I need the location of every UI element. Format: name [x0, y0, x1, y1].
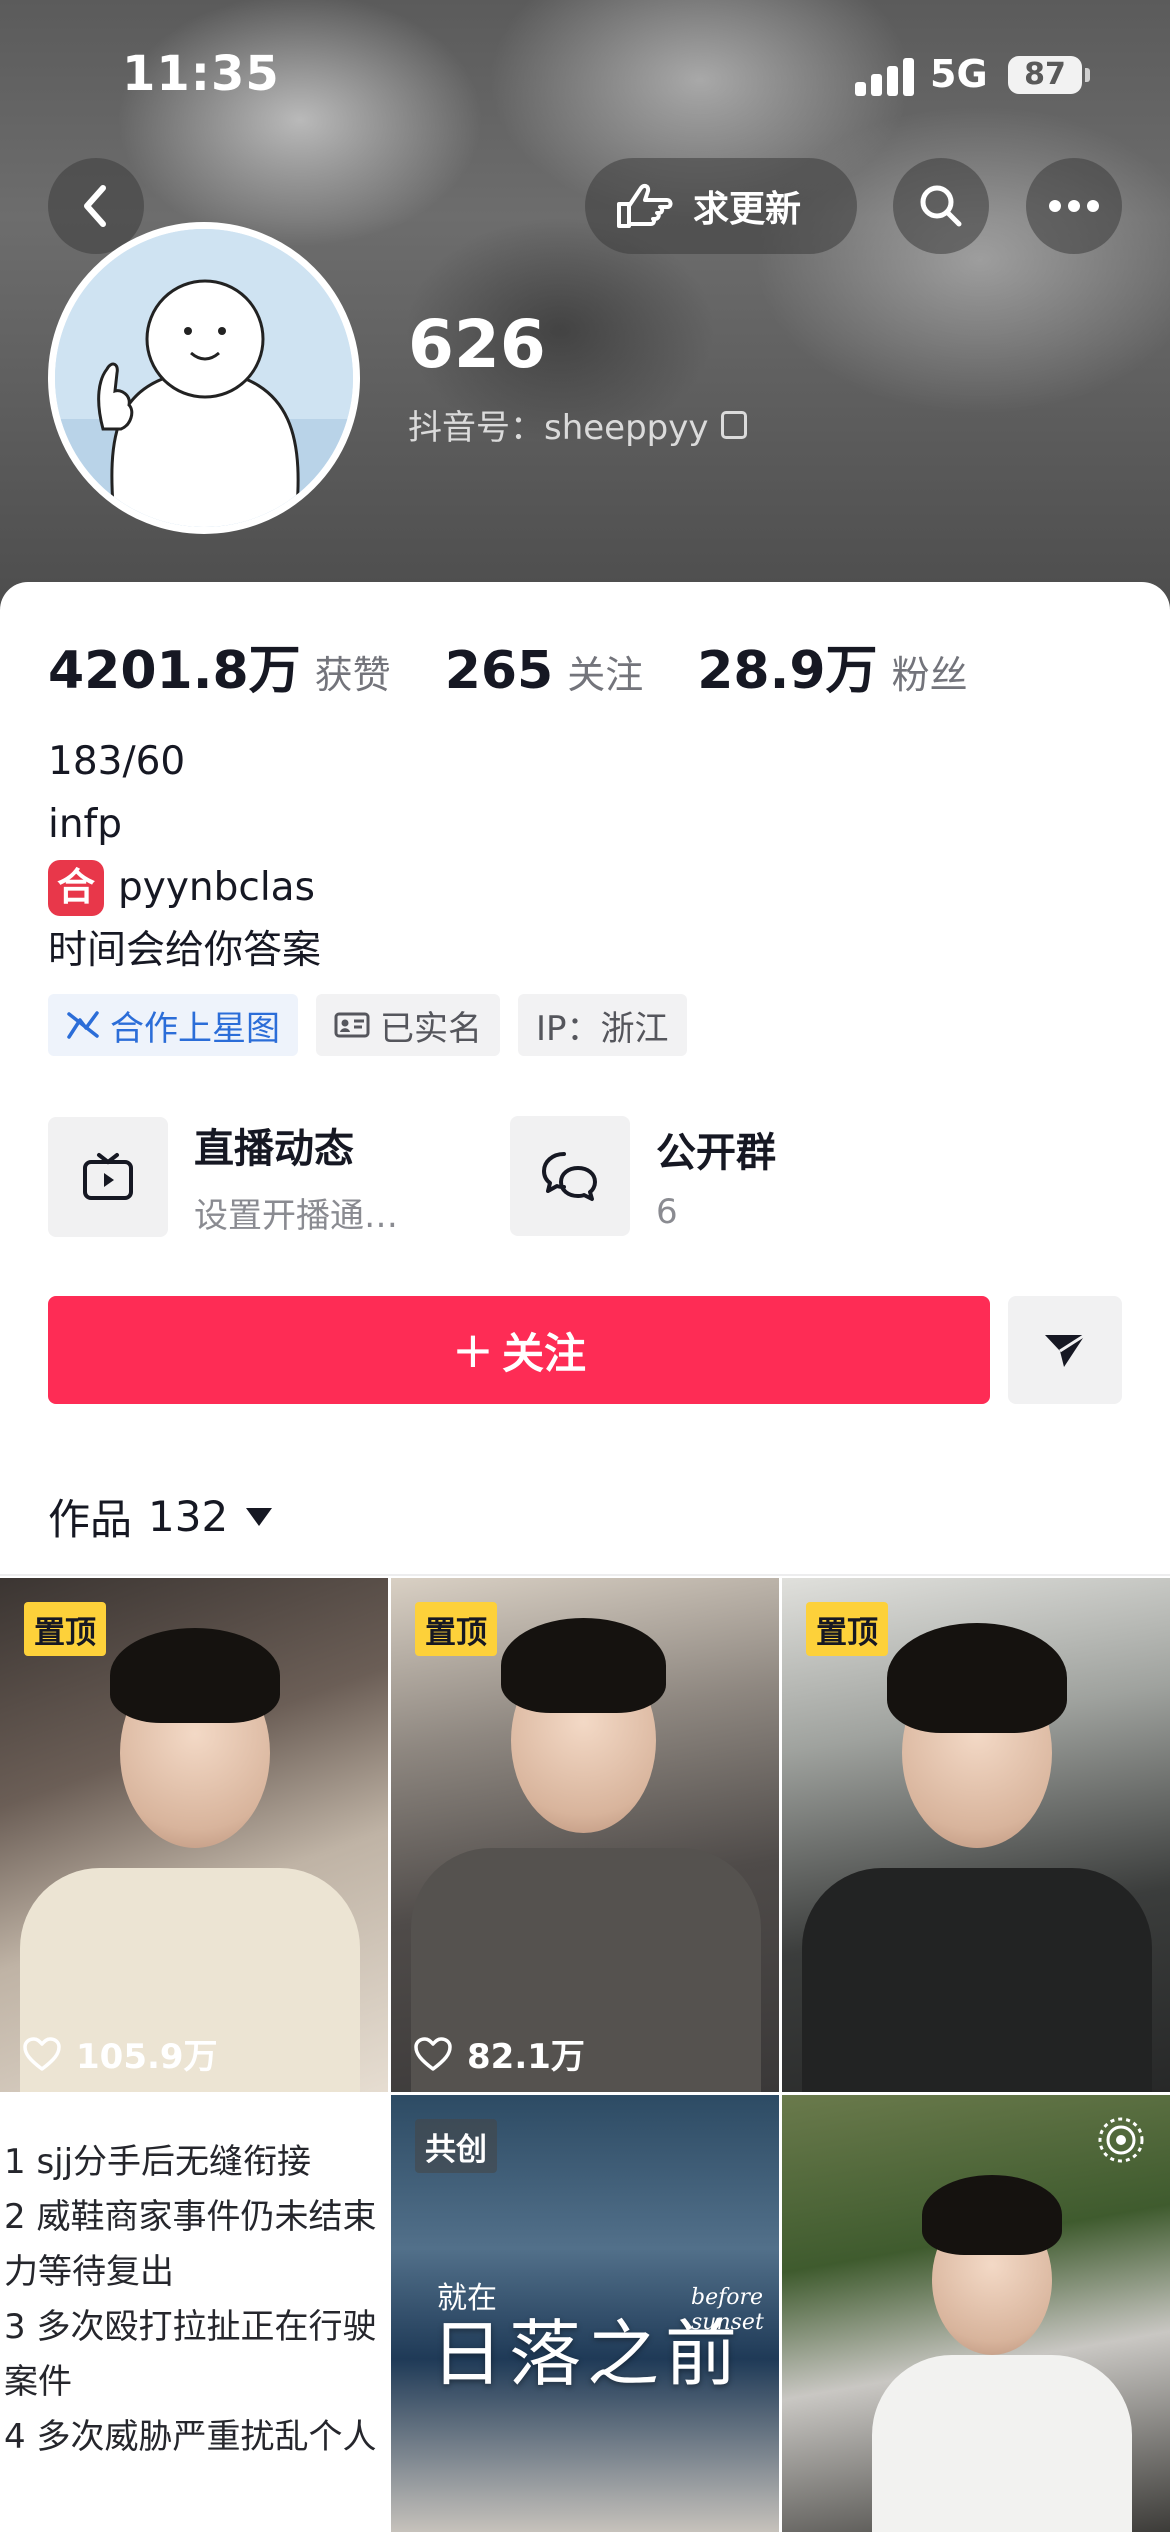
live-dynamics-title: 直播动态	[194, 1126, 354, 1172]
heart-icon	[22, 2036, 62, 2072]
tag-verified-label: 已实名	[380, 1008, 482, 1049]
stat-likes-label: 获赞	[314, 653, 391, 697]
likes-value: 105.9万	[76, 2037, 218, 2077]
douyin-id-text: 抖音号：sheeppyy	[408, 408, 709, 448]
video-thumbnail-shirt	[802, 1868, 1152, 2092]
stat-likes: 4201.8万 获赞	[48, 628, 391, 703]
network-type: 5G	[930, 52, 988, 96]
avatar-image	[55, 229, 353, 527]
stat-likes-value: 4201.8万	[48, 641, 301, 701]
douyin-id[interactable]: 抖音号：sheeppyy	[408, 400, 747, 449]
profile-stats: 4201.8万 获赞 265 关注 28.9万 粉丝	[48, 628, 1022, 703]
tag-ip-location: IP：浙江	[518, 994, 687, 1056]
live-photo-icon	[1096, 2115, 1146, 2169]
send-icon	[1045, 1333, 1086, 1367]
avatar[interactable]	[48, 222, 360, 534]
group-chat-icon	[510, 1116, 630, 1236]
text-post-line: 4 多次威胁严重扰乱个人	[4, 2417, 377, 2457]
profile-panel: 4201.8万 获赞 265 关注 28.9万 粉丝 183/60 infp 合…	[0, 582, 1170, 2532]
stat-followers-label: 粉丝	[891, 653, 968, 697]
stat-followers-value: 28.9万	[697, 641, 878, 701]
profile-bio: 183/60 infp 合 pyynbclas 时间会给你答案	[48, 730, 321, 982]
works-label: 作品	[48, 1495, 133, 1544]
bio-line: 183/60	[48, 739, 186, 784]
pinned-badge: 置顶	[806, 1602, 888, 1656]
text-post-line: 案件	[4, 2362, 72, 2402]
video-thumbnail-hair	[922, 2175, 1062, 2255]
more-dots-icon	[1049, 200, 1099, 212]
live-dynamics-subtitle: 设置开播通…	[194, 1196, 398, 1236]
stat-following-value: 265	[444, 641, 554, 701]
search-icon	[920, 185, 962, 227]
video-tile[interactable]: 置顶 105.9万	[0, 1578, 388, 2092]
request-update-label: 求更新	[693, 189, 802, 230]
works-count: 132	[148, 1492, 229, 1541]
public-group-count: 6	[656, 1192, 678, 1232]
status-bar: 11:35 5G 87	[0, 0, 1170, 150]
live-tv-icon	[48, 1116, 168, 1237]
pinned-badge: 置顶	[24, 1602, 106, 1656]
text-post-line: 3 多次殴打拉扯正在行驶	[4, 2307, 377, 2347]
bio-line-link: 合 pyynbclas	[48, 856, 321, 919]
text-post-tile[interactable]: 1 sjj分手后无缝衔接 2 威鞋商家事件仍未结束 力等待复出 3 多次殴打拉扯…	[0, 2095, 388, 2532]
pointing-hand-icon	[617, 183, 673, 228]
video-thumbnail-shirt	[872, 2355, 1132, 2532]
battery-icon: 87	[1008, 56, 1090, 94]
status-time: 11:35	[122, 46, 280, 102]
live-dynamics-entry[interactable]: 直播动态 设置开播通…	[48, 1116, 398, 1237]
video-thumbnail-hair	[501, 1618, 666, 1713]
works-tab[interactable]: 作品 132	[48, 1486, 273, 1547]
text-post-line: 2 威鞋商家事件仍未结束	[4, 2197, 377, 2237]
follow-label: 关注	[501, 1328, 586, 1378]
bio-line: infp	[48, 802, 123, 847]
cocreate-badge: 共创	[415, 2119, 497, 2173]
caret-down-icon	[246, 1507, 273, 1526]
tag-xingtu[interactable]: 合作上星图	[48, 994, 298, 1056]
tag-ip-label: IP：浙江	[536, 1008, 669, 1049]
request-update-button[interactable]: 求更新	[585, 158, 857, 254]
heart-icon	[413, 2036, 453, 2072]
pinned-badge: 置顶	[415, 1602, 497, 1656]
copy-icon[interactable]	[720, 410, 747, 439]
text-post-content: 1 sjj分手后无缝衔接 2 威鞋商家事件仍未结束 力等待复出 3 多次殴打拉扯…	[4, 2135, 376, 2465]
follow-button[interactable]: + 关注	[48, 1296, 990, 1404]
bio-line: 时间会给你答案	[48, 928, 322, 973]
likes-count: 82.1万	[413, 2029, 585, 2078]
video-tile[interactable]: 置顶 82.1万	[391, 1578, 779, 2092]
more-button[interactable]	[1026, 158, 1122, 254]
he-emoji-icon: 合	[48, 859, 104, 916]
profile-nickname: 626	[408, 306, 546, 383]
share-button[interactable]	[1008, 1296, 1122, 1404]
divider	[0, 1574, 1170, 1576]
video-thumbnail-hair	[110, 1628, 280, 1723]
text-post-line: 1 sjj分手后无缝衔接	[4, 2142, 312, 2182]
text-post-line: 力等待复出	[4, 2252, 174, 2292]
video-thumbnail-hair	[887, 1623, 1067, 1733]
stat-following[interactable]: 265 关注	[445, 641, 644, 701]
profile-tags: 合作上星图 已实名 IP：浙江	[48, 994, 705, 1056]
public-group-entry[interactable]: 公开群 6	[510, 1116, 776, 1236]
xingtu-icon	[66, 1010, 100, 1040]
bio-line-text: pyynbclas	[118, 865, 315, 910]
tag-verified[interactable]: 已实名	[316, 994, 500, 1056]
movie-title-english: before sunset	[691, 2285, 764, 2335]
public-group-title: 公开群	[656, 1130, 776, 1176]
tag-xingtu-label: 合作上星图	[110, 1008, 280, 1049]
id-card-icon	[334, 1011, 370, 1039]
signal-icon	[855, 56, 915, 96]
video-tile[interactable]: 共创 就在 日落之前 before sunset	[391, 2095, 779, 2532]
video-tile[interactable]: 置顶	[782, 1578, 1170, 2092]
search-button[interactable]	[893, 158, 989, 254]
chevron-left-icon	[84, 185, 106, 227]
likes-count: 105.9万	[22, 2029, 218, 2078]
likes-value: 82.1万	[467, 2037, 585, 2077]
stat-followers[interactable]: 28.9万 粉丝	[697, 628, 967, 703]
stat-following-label: 关注	[567, 653, 644, 697]
plus-icon: +	[452, 1321, 494, 1379]
video-tile[interactable]	[782, 2095, 1170, 2532]
